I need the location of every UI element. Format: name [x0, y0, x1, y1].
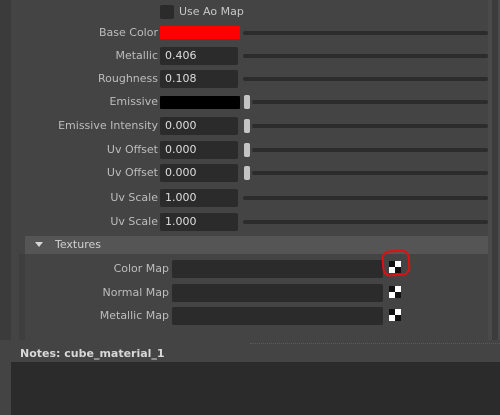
uv-scale-label: Uv Scale: [110, 191, 158, 204]
roughness-slider[interactable]: [243, 77, 488, 81]
emissive-slider-handle[interactable]: [244, 95, 250, 109]
normal-map-browse-icon[interactable]: [389, 286, 401, 298]
roughness-label: Roughness: [97, 72, 158, 85]
use-ao-map-checkbox[interactable]: [160, 5, 174, 19]
uv-scale-label: Uv Scale: [110, 215, 158, 228]
uv-scale-field[interactable]: 1.000: [160, 213, 238, 231]
uv-offset-slider-handle[interactable]: [244, 143, 250, 157]
uv-offset-slider[interactable]: [252, 171, 488, 175]
roughness-field[interactable]: 0.108: [160, 70, 238, 88]
normal-map-label: Normal Map: [102, 286, 169, 299]
emissive-intensity-slider-handle[interactable]: [244, 119, 250, 133]
textures-section-title: Textures: [55, 238, 101, 251]
notes-label: Notes: cube_material_1: [20, 347, 165, 360]
emissive-swatch[interactable]: [160, 96, 240, 109]
color-map-label: Color Map: [113, 262, 169, 275]
emissive-intensity-field[interactable]: 0.000: [160, 117, 238, 135]
uv-offset-label: Uv Offset: [106, 143, 158, 156]
emissive-slider[interactable]: [252, 100, 488, 104]
metallic-map-label: Metallic Map: [99, 309, 169, 322]
attribute-editor: Use Ao Map Base Color Metallic 0.406 Rou…: [0, 0, 500, 415]
base-color-label: Base Color: [98, 26, 158, 39]
textures-section-header[interactable]: Textures: [25, 236, 500, 254]
uv-offset-slider-handle[interactable]: [244, 166, 250, 180]
expand-arrow-icon[interactable]: [35, 242, 43, 247]
metallic-field[interactable]: 0.406: [160, 47, 238, 65]
emissive-intensity-label: Emissive Intensity: [58, 119, 158, 132]
uv-scale-slider[interactable]: [243, 220, 488, 224]
color-map-field[interactable]: [172, 260, 383, 278]
base-color-slider[interactable]: [243, 31, 488, 35]
notes-divider[interactable]: [250, 343, 500, 344]
normal-map-field[interactable]: [172, 284, 383, 302]
use-ao-map-label: Use Ao Map: [179, 5, 244, 18]
uv-offset-label: Uv Offset: [106, 166, 158, 179]
uv-scale-slider[interactable]: [243, 196, 488, 200]
uv-offset-field[interactable]: 0.000: [160, 141, 238, 159]
uv-offset-field[interactable]: 0.000: [160, 164, 238, 182]
annotation-circle: [381, 249, 411, 277]
emissive-intensity-slider[interactable]: [252, 124, 488, 128]
emissive-label: Emissive: [109, 95, 158, 108]
metallic-map-field[interactable]: [172, 307, 383, 325]
scrollbar-track[interactable]: [492, 0, 498, 340]
metallic-slider[interactable]: [243, 54, 488, 58]
notes-textarea[interactable]: [11, 362, 500, 415]
metallic-label: Metallic: [115, 49, 158, 62]
uv-scale-field[interactable]: 1.000: [160, 189, 238, 207]
uv-offset-slider[interactable]: [252, 148, 488, 152]
metallic-map-browse-icon[interactable]: [389, 309, 401, 321]
base-color-swatch[interactable]: [160, 26, 240, 39]
